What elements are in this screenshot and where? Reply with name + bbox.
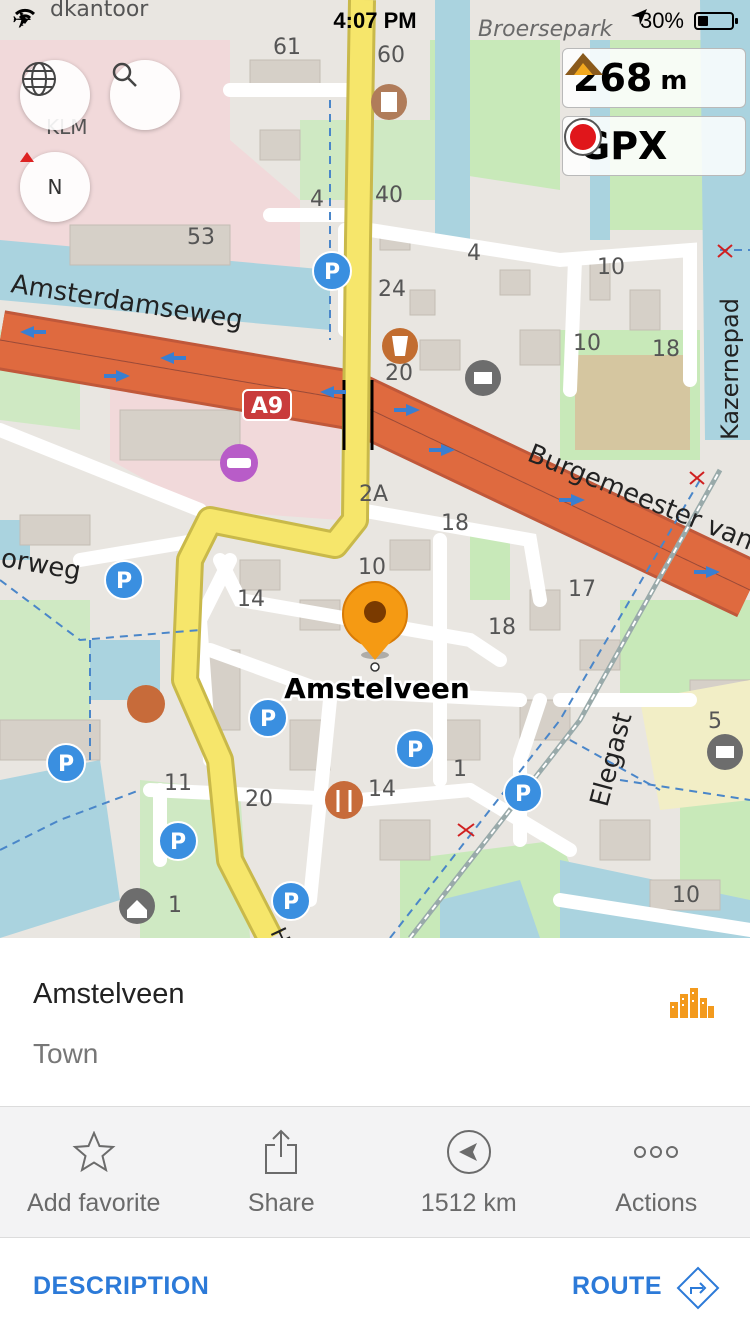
house-number: 4 [467,241,481,266]
share-icon [188,1129,376,1175]
house-number: 40 [375,183,403,208]
distance-button[interactable]: 1512 km [375,1107,563,1237]
direction-arrow-icon [375,1129,563,1175]
distance-label: 1512 km [420,1189,517,1217]
house-number: 1 [453,757,467,782]
compass-button[interactable]: N [20,152,90,222]
altitude-unit: m [660,66,688,96]
house-number: 10 [597,255,625,280]
svg-text:P: P [116,569,132,594]
house-number: 24 [378,277,406,302]
add-favorite-button[interactable]: Add favorite [0,1107,188,1237]
place-info-sheet: Amstelveen Town Add favorite Share 1512 … [0,938,750,1334]
cinema-icon-2 [707,734,743,770]
street-label-kazernepad: Kazernepad [716,298,744,440]
svg-text:P: P [283,890,299,915]
house-number: 10 [672,883,700,908]
altitude-widget[interactable]: 268 m [562,48,746,108]
place-label: Amstelveen [284,672,470,705]
parking-icon: P [312,251,352,291]
motorway-shield: A9 [242,389,292,421]
library-icon [119,888,155,924]
parking-icon: P [248,698,288,738]
church-icon [371,84,407,120]
house-number: 5 [708,709,722,734]
share-label: Share [247,1189,315,1217]
cinema-icon [465,360,501,396]
town-icon [670,988,714,1023]
star-icon [0,1129,188,1175]
parking-icon: P [46,743,86,783]
house-number: 4 [310,187,324,212]
svg-text:P: P [170,830,186,855]
svg-text:P: P [58,752,74,777]
house-number: 18 [488,615,516,640]
house-number: 14 [237,587,265,612]
description-button[interactable]: DESCRIPTION [33,1272,209,1301]
place-type: Town [33,1038,99,1069]
route-icon[interactable] [676,1266,720,1315]
svg-text:P: P [407,738,423,763]
bottom-bar: DESCRIPTION ROUTE [0,1238,750,1334]
house-number: 10 [573,331,601,356]
house-number: 60 [377,43,405,68]
car-shop-icon [220,444,258,482]
house-number: 53 [187,225,215,250]
svg-text:P: P [324,260,340,285]
svg-text:P: P [260,707,276,732]
map-layers-button[interactable] [20,60,90,130]
house-number: 1 [168,893,182,918]
parking-icon: P [158,821,198,861]
house-number: 14 [368,777,396,802]
house-number: 18 [441,511,469,536]
house-number: 18 [652,337,680,362]
more-actions-button[interactable]: Actions [563,1107,750,1237]
parking-icon: P [395,729,435,769]
parking-icon: P [503,773,543,813]
house-number: 2A [359,482,388,507]
waste-bin-icon [382,328,418,364]
map-view[interactable]: Amsterdamseweg Burgemeester van Kazernep… [0,0,750,938]
compass-letter: N [47,175,63,199]
parking-icon: P [271,881,311,921]
house-number: 20 [385,361,413,386]
action-bar: Add favorite Share 1512 km Actions [0,1106,750,1238]
share-button[interactable]: Share [188,1107,376,1237]
gpx-recording-widget[interactable]: GPX [562,116,746,176]
place-name: Amstelveen [33,978,185,1010]
fuel-icon [127,685,165,723]
restaurant-icon [325,781,363,819]
compass-icon: N [20,152,63,199]
status-bar: ✈ 4:07 PM 30% [0,0,750,40]
house-number: 10 [358,555,386,580]
house-number: 11 [164,771,192,796]
add-favorite-label: Add favorite [27,1189,161,1217]
house-number: 20 [245,787,273,812]
parking-icon: P [104,560,144,600]
house-number: 17 [568,577,596,602]
search-button[interactable] [110,60,180,130]
more-icon [563,1129,750,1175]
actions-label: Actions [615,1189,698,1217]
road-badge-label: A9 [251,394,283,419]
svg-text:P: P [515,782,531,807]
battery-icon [694,12,738,30]
route-button[interactable]: ROUTE [572,1272,662,1301]
